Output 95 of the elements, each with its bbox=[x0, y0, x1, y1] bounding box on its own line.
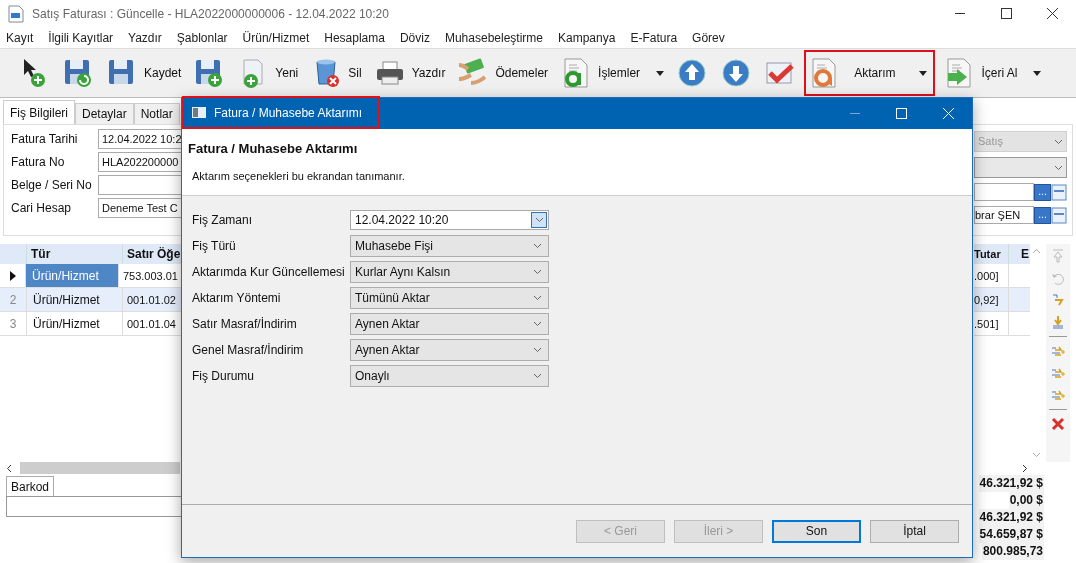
field-label: Cari Hesap bbox=[11, 200, 73, 217]
field-label: Genel Masraf/İndirim bbox=[192, 342, 305, 359]
caret-icon bbox=[656, 70, 665, 76]
menu-item[interactable]: E-Fatura bbox=[630, 29, 678, 47]
toolbar-button[interactable]: Kaydet bbox=[102, 50, 186, 96]
browse-button[interactable]: ... bbox=[1034, 206, 1051, 224]
field-label: Fiş Türü bbox=[192, 238, 237, 255]
total-value: 46.321,92 $ bbox=[978, 475, 1044, 492]
swap-arrows-icon[interactable] bbox=[1050, 292, 1066, 308]
toolbar-button[interactable]: Ödemeler bbox=[453, 50, 553, 96]
tab[interactable]: Detaylar bbox=[75, 103, 134, 124]
caret-icon bbox=[533, 321, 542, 327]
menu-item[interactable]: Hesaplama bbox=[324, 29, 385, 47]
caret-icon bbox=[1054, 164, 1063, 171]
dialog-button[interactable]: İptal bbox=[870, 519, 959, 543]
total-value: 46.321,92 $ bbox=[978, 509, 1044, 526]
toolbar-button[interactable]: Aktarım bbox=[804, 50, 936, 96]
dropdown[interactable]: Aynen Aktar bbox=[350, 313, 549, 335]
calendar-icon[interactable] bbox=[1051, 206, 1067, 224]
tab[interactable]: Barkod bbox=[6, 476, 55, 496]
field-label: Fiş Durumu bbox=[192, 368, 255, 385]
menu-item[interactable]: Döviz bbox=[399, 29, 430, 47]
caret-icon bbox=[1054, 138, 1063, 145]
dropdown[interactable]: Tümünü Aktar bbox=[350, 287, 549, 309]
toolbar-button[interactable]: İçeri Al bbox=[939, 50, 1046, 96]
field-label: Fatura No bbox=[11, 154, 66, 171]
caret-icon bbox=[533, 373, 542, 379]
close-icon[interactable] bbox=[1047, 8, 1058, 19]
app-document-icon bbox=[8, 5, 24, 23]
maximize-icon[interactable] bbox=[1001, 8, 1012, 19]
menu-item[interactable]: Ürün/Hizmet bbox=[242, 29, 310, 47]
field-label: Aktarım Yöntemi bbox=[192, 290, 282, 307]
dialog-title: Fatura / Muhasebe Aktarımı bbox=[182, 96, 381, 129]
caret-icon bbox=[533, 269, 542, 275]
tab[interactable]: Fiş Bilgileri bbox=[3, 100, 75, 124]
calendar-icon[interactable] bbox=[1051, 183, 1067, 201]
toolbar-button[interactable]: Yazdır bbox=[369, 50, 450, 96]
caret-icon bbox=[1033, 70, 1042, 76]
scroll-left-icon[interactable] bbox=[6, 463, 12, 473]
table-row[interactable]: 3 Ürün/Hizmet 001.01.04 bbox=[0, 312, 182, 336]
column-header: Tutar bbox=[974, 247, 1002, 262]
input-field[interactable]: brar ŞEN bbox=[974, 206, 1034, 224]
scroll-up-icon[interactable] bbox=[1031, 248, 1041, 254]
toolbar-button[interactable]: Sil bbox=[306, 50, 366, 96]
caret-icon bbox=[919, 70, 928, 76]
dropdown[interactable] bbox=[974, 157, 1067, 178]
field-label: Fatura Tarihi bbox=[11, 131, 79, 148]
menu-item[interactable]: Kampanya bbox=[558, 29, 616, 47]
total-value: 54.659,87 $ bbox=[978, 526, 1044, 543]
move-bottom-icon[interactable] bbox=[1050, 314, 1066, 330]
dialog-button[interactable]: Son bbox=[772, 519, 861, 543]
field-label: Aktarımda Kur Güncellemesi bbox=[192, 264, 346, 281]
dropdown[interactable]: Muhasebe Fişi bbox=[350, 235, 549, 257]
arrow-down-icon bbox=[720, 57, 753, 89]
total-value: 0,00 $ bbox=[1008, 492, 1044, 509]
table-cell-text: .000] bbox=[974, 269, 1000, 284]
row-number: 3 bbox=[9, 315, 17, 333]
scrollbar-thumb[interactable] bbox=[20, 462, 180, 474]
caret-icon bbox=[533, 347, 542, 353]
menu-item[interactable]: Yazdır bbox=[128, 29, 162, 47]
toolbar-button[interactable]: Yeni bbox=[233, 50, 303, 96]
table-row[interactable]: 2 Ürün/Hizmet 001.01.02 bbox=[0, 288, 182, 312]
table-cell: Ürün/Hizmet bbox=[26, 288, 122, 311]
scroll-down-icon[interactable] bbox=[1031, 452, 1041, 458]
toolbar-button[interactable]: İşlemler bbox=[556, 50, 669, 96]
table-cell-text: 0,92] bbox=[974, 293, 1000, 308]
window-icon bbox=[192, 107, 206, 118]
caret-icon bbox=[533, 295, 542, 301]
delete-icon[interactable] bbox=[1050, 416, 1066, 432]
floppy-refresh-icon bbox=[62, 57, 94, 89]
table-row[interactable]: Ürün/Hizmet 753.003.01 bbox=[0, 264, 182, 288]
table-cell: Ürün/Hizmet bbox=[26, 312, 122, 335]
menu-item[interactable]: Şablonlar bbox=[176, 29, 228, 47]
date-picker[interactable]: 12.04.2022 10:20 bbox=[350, 210, 549, 230]
field-label: Belge / Seri No bbox=[11, 177, 93, 194]
browse-button[interactable]: ... bbox=[1034, 183, 1051, 201]
scroll-right-icon[interactable] bbox=[1022, 463, 1028, 473]
caret-icon bbox=[533, 243, 542, 249]
total-value: 800.985,73 bbox=[981, 543, 1044, 560]
table-cell-text: .501] bbox=[974, 317, 1000, 332]
current-row-icon bbox=[9, 270, 16, 281]
row-number: 2 bbox=[9, 291, 17, 309]
menu-item[interactable]: Muhasebeleştirme bbox=[444, 29, 543, 47]
tab[interactable]: Notlar bbox=[133, 103, 180, 124]
menu-item[interactable]: Kayıt bbox=[6, 29, 34, 47]
dropdown[interactable]: Onaylı bbox=[350, 365, 549, 387]
menu-item[interactable]: İlgili Kayıtlar bbox=[48, 29, 114, 47]
field-label: Satır Masraf/İndirim bbox=[192, 316, 298, 333]
dropdown[interactable]: Aynen Aktar bbox=[350, 339, 549, 361]
table-cell: Ürün/Hizmet bbox=[25, 264, 118, 287]
arrow-up-icon bbox=[676, 57, 709, 89]
input-field[interactable] bbox=[974, 183, 1034, 201]
window-title: Satış Faturası : Güncelle - HLA2022000000006 - 12.04.2022 10:20 bbox=[32, 6, 389, 23]
menu-item[interactable]: Görev bbox=[692, 29, 725, 47]
dropdown[interactable]: Kurlar Aynı Kalsın bbox=[350, 261, 549, 283]
